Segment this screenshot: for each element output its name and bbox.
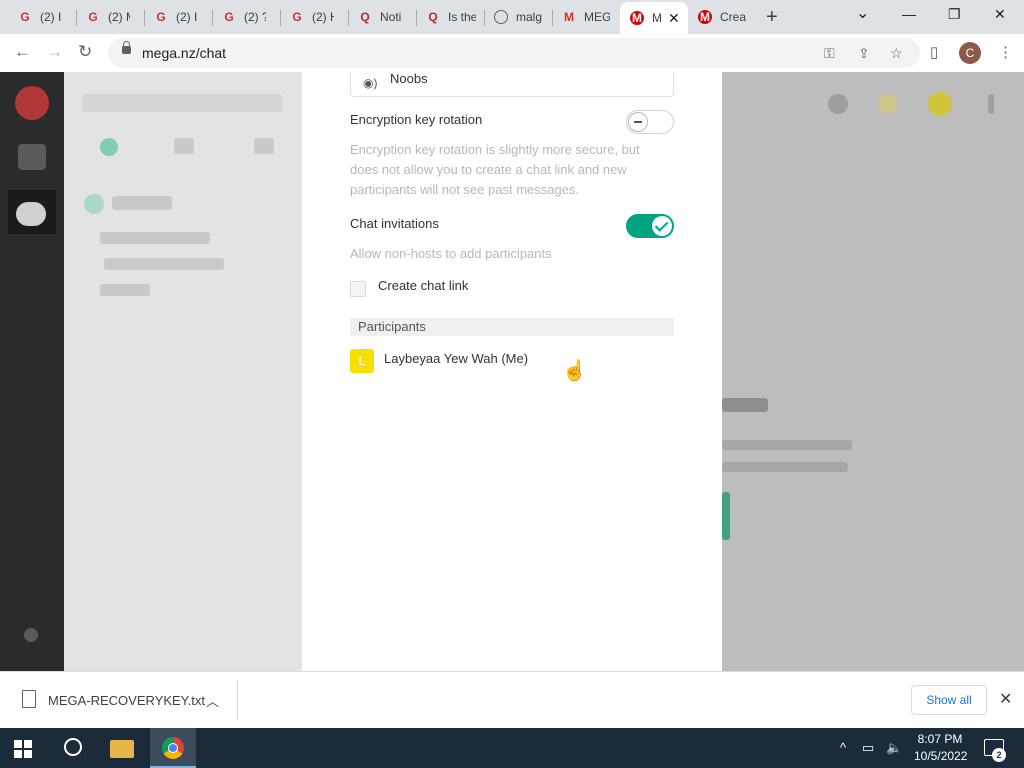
address-bar[interactable]: mega.nz/chat ⚿ ⇪ ☆ [108,38,920,68]
browser-tab[interactable]: G (2) H [280,4,344,30]
main-background [722,72,1024,671]
page-content: ◉) Noobs Encryption key rotation Encrypt… [0,72,1024,671]
chat-link-checkbox[interactable] [350,281,366,297]
globe-icon [494,10,508,24]
side-panel-icon[interactable]: ▯ [930,43,938,61]
download-file-name[interactable]: MEGA-RECOVERYKEY.txt [48,693,205,708]
participants-title: Participants [358,319,426,334]
tab-title: Noti [380,10,402,24]
browser-tab-active[interactable]: M M ✕ [620,2,688,34]
lock-icon [122,41,131,54]
tab-title: Is the [448,10,476,24]
search-icon[interactable] [64,738,82,756]
download-shelf: MEGA-RECOVERYKEY.txt ︿ Show all ✕ [0,671,1024,729]
browser-tab[interactable]: M MEG [552,4,616,30]
quora-g-icon: G [88,10,98,24]
browser-tab[interactable]: G (2) Is [8,4,72,30]
close-window-button[interactable]: ✕ [994,6,1006,23]
bookmark-star-icon[interactable]: ☆ [890,45,903,62]
back-icon[interactable]: ← [14,42,31,62]
browser-tab[interactable]: malg [484,4,548,30]
quora-g-icon: G [156,10,166,24]
tab-title: malg [516,10,543,24]
windows-start-icon[interactable] [14,740,32,758]
invitations-toggle[interactable] [626,214,674,238]
close-icon[interactable]: ✕ [999,689,1012,709]
invitations-description: Allow non-hosts to add participants [350,246,552,261]
quora-g-icon: G [224,10,234,24]
share-icon[interactable]: ⇪ [858,45,870,62]
chat-link-label[interactable]: Create chat link [378,278,468,293]
file-icon [22,690,36,708]
reload-icon[interactable]: ↻ [78,42,92,62]
encryption-toggle[interactable] [626,110,674,134]
divider [237,680,238,720]
chat-settings-panel: ◉) Noobs Encryption key rotation Encrypt… [302,72,722,671]
tab-title: (2) H [312,10,334,24]
chevron-up-icon[interactable]: ︿ [206,691,219,710]
hand-cursor-icon: ☝ [562,360,587,382]
browser-tab[interactable]: G (2) I a [144,4,208,30]
restore-button[interactable]: ❐ [948,6,961,23]
participant-name: Laybeyaa Yew Wah (Me) [384,351,529,366]
tab-title: (2) M [108,10,130,24]
tab-title: (2) I a [176,10,198,24]
quora-q-icon: Q [428,10,438,24]
topic-icon: ◉) [363,76,378,90]
url-text[interactable]: mega.nz/chat [142,45,226,61]
chat-icon [16,202,46,226]
minimize-button[interactable]: — [902,6,916,22]
tab-strip: G (2) Is G (2) M G (2) I a G (2) ? G (2)… [0,0,1024,34]
browser-tab[interactable]: Q Is the [416,4,482,30]
tab-title: (2) Is [40,10,62,24]
mega-logo-icon [15,86,49,120]
browser-tab[interactable]: G (2) M [76,4,140,30]
show-all-button[interactable]: Show all [911,685,987,715]
quora-g-icon: G [292,10,302,24]
windows-taskbar: ^ ▭ 🔈 8:07 PM 10/5/2022 2 [0,728,1024,768]
topic-value: Noobs [390,72,428,86]
new-tab-button[interactable]: + [766,6,778,29]
browser-tab[interactable]: M Crea [688,4,754,30]
quora-g-icon: G [20,10,30,24]
participants-header: Participants [350,318,674,336]
topic-field[interactable]: ◉) Noobs [350,72,674,97]
chrome-icon[interactable] [162,737,184,759]
tab-title: MEG [584,10,610,24]
volume-icon[interactable]: 🔈 [886,740,902,756]
menu-dots-icon[interactable]: ⋮ [998,43,1013,61]
chat-list-background [64,72,302,671]
encryption-title: Encryption key rotation [350,112,483,127]
cloud-drive-icon [18,144,46,170]
notification-badge: 2 [992,748,1006,762]
check-icon [652,216,672,236]
tab-title: M [652,11,662,25]
mega-sidebar-rail [0,72,64,671]
browser-toolbar: ← → ↻ mega.nz/chat ⚿ ⇪ ☆ ▯ C ⋮ [0,34,1024,73]
quora-q-icon: Q [360,10,370,24]
system-clock[interactable]: 8:07 PM 10/5/2022 [914,731,968,765]
profile-avatar[interactable]: C [959,42,981,64]
mega-icon: M [630,11,644,25]
key-icon[interactable]: ⚿ [824,45,835,62]
forward-icon[interactable]: → [46,42,63,62]
gmail-icon: M [564,10,574,24]
network-icon[interactable]: ▭ [862,740,874,756]
encryption-description: Encryption key rotation is slightly more… [350,142,640,197]
clock-time: 8:07 PM [917,732,963,746]
mega-icon: M [698,10,712,24]
tab-search-icon[interactable]: ⌄ [856,3,869,23]
browser-tab[interactable]: Q Noti [348,4,412,30]
clock-date: 10/5/2022 [914,749,968,763]
tab-title: (2) ? [244,10,266,24]
avatar: L [350,349,374,373]
browser-tab[interactable]: G (2) ? [212,4,276,30]
toggle-off-knob [628,112,648,132]
settings-icon [24,628,38,642]
chevron-up-tray-icon[interactable]: ^ [840,740,846,755]
file-explorer-icon[interactable] [110,740,134,758]
invitations-title: Chat invitations [350,216,439,231]
close-tab-icon[interactable]: ✕ [668,10,680,27]
tab-title: Crea [720,10,746,24]
